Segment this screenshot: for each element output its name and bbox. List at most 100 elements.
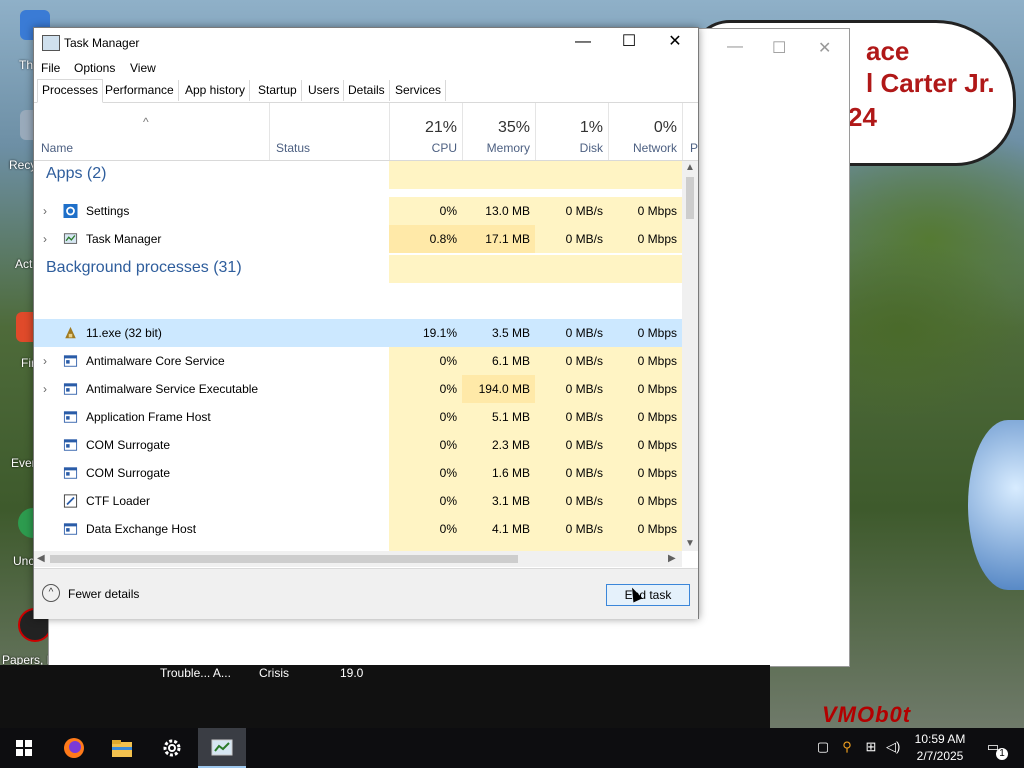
table-row[interactable]: Device Association Framework ... 0% 3.3 … [34,543,682,551]
table-row[interactable]: Application Frame Host 0% 5.1 MB 0 MB/s … [34,403,682,431]
table-row[interactable]: › Antimalware Core Service 0% 6.1 MB 0 M… [34,347,682,375]
tab-services[interactable]: Services [391,80,447,101]
disk-cell: 0 MB/s [535,431,608,459]
taskbar-settings[interactable] [148,728,196,768]
menu-file[interactable]: File [41,61,60,75]
group-header-apps[interactable]: Apps (2) [34,161,682,189]
cpu-cell: 0% [389,197,462,225]
disk-cell: 0 MB/s [535,197,608,225]
tray-search-key-icon[interactable]: ⚲ [840,740,854,754]
bg-minimize-icon[interactable]: — [727,38,743,56]
process-name: Antimalware Core Service [86,354,225,368]
end-task-button[interactable]: End task [606,584,690,606]
table-row[interactable]: Data Exchange Host 0% 4.1 MB 0 MB/s 0 Mb… [34,515,682,543]
close-button[interactable]: ✕ [652,28,698,58]
tray-tablet-icon[interactable]: ▢ [816,740,830,754]
memory-cell: 3.5 MB [462,319,535,347]
start-button[interactable] [0,728,48,768]
service-icon [63,355,78,367]
column-disk[interactable]: 1% Disk [535,103,609,160]
network-icon[interactable]: ⊞ [864,740,878,754]
fewer-details-link[interactable]: Fewer details [68,587,139,601]
process-name: CTF Loader [86,494,151,508]
process-name: COM Surrogate [86,466,171,480]
table-row[interactable]: › Task Manager 0.8% 17.1 MB 0 MB/s 0 Mbp… [34,225,682,253]
desktop-label-5: Ever [11,456,36,470]
bubble-text-line2: l Carter Jr. [866,68,995,98]
column-name[interactable]: Name [34,103,270,160]
notification-count-badge: 1 [996,748,1008,760]
table-row[interactable]: COM Surrogate 0% 2.3 MB 0 MB/s 0 Mbps [34,431,682,459]
column-network[interactable]: 0% Network [608,103,683,160]
scroll-down-icon[interactable]: ▼ [685,538,695,549]
tab-startup[interactable]: Startup [254,80,302,101]
network-cell: 0 Mbps [608,197,682,225]
menu-options[interactable]: Options [74,61,115,75]
scroll-left-icon[interactable]: ◀ [37,553,45,564]
scroll-right-icon[interactable]: ▶ [668,553,676,564]
memory-cell: 13.0 MB [462,197,535,225]
disk-cell: 0 MB/s [535,319,608,347]
power-label-partial: P [690,141,699,155]
memory-cell: 1.6 MB [462,459,535,487]
expand-chevron-icon[interactable]: › [43,375,47,403]
disk-cell: 0 MB/s [535,225,608,253]
scroll-up-icon[interactable]: ▲ [685,162,695,173]
table-row[interactable]: › Settings 0% 13.0 MB 0 MB/s 0 Mbps [34,197,682,225]
group-header-background[interactable]: Background processes (31) [34,255,682,283]
memory-label: Memory [486,141,530,155]
table-row[interactable]: › Antimalware Service Executable 0% 194.… [34,375,682,403]
minimize-button[interactable]: — [560,28,606,58]
task-manager-icon [42,35,60,51]
menu-view[interactable]: View [130,61,156,75]
column-cpu[interactable]: 21% CPU [389,103,463,160]
expand-chevron-icon[interactable]: › [43,225,47,253]
background-dark-panel [0,665,770,728]
task-manager-icon [211,739,233,756]
table-row[interactable]: CTF Loader 0% 3.1 MB 0 MB/s 0 Mbps [34,487,682,515]
table-row[interactable]: COM Surrogate 0% 1.6 MB 0 MB/s 0 Mbps [34,459,682,487]
tab-performance[interactable]: Performance [101,80,179,101]
disk-cell: 0 MB/s [535,347,608,375]
cpu-cell: 0% [389,515,462,543]
tab-details[interactable]: Details [344,80,390,101]
tab-users[interactable]: Users [304,80,345,101]
footer-bar: ^ Fewer details End task [34,568,698,619]
volume-icon[interactable]: ◁) [886,740,900,754]
horizontal-scrollbar[interactable]: ◀ ▶ [34,551,682,567]
taskbar-task-manager[interactable] [198,728,246,768]
window-title: Task Manager [64,36,140,50]
network-cell: 0 Mbps [608,347,682,375]
column-memory[interactable]: 35% Memory [462,103,536,160]
expand-chevron-icon[interactable]: › [43,197,47,225]
tab-app-history[interactable]: App history [181,80,251,101]
menu-bar: File Options View [34,58,698,78]
taskbar-file-explorer[interactable] [98,728,146,768]
clock-time[interactable]: 10:59 AM [912,732,968,746]
column-power-partial[interactable]: P [682,103,698,160]
chevron-up-icon[interactable]: ^ [42,584,60,602]
heat-cell [462,161,535,189]
taskbar-firefox[interactable] [50,728,98,768]
network-cell: 0 Mbps [608,319,682,347]
network-cell: 0 Mbps [608,375,682,403]
disk-cell: 0 MB/s [535,487,608,515]
bg-close-icon[interactable]: ✕ [818,38,831,58]
maximize-button[interactable]: ☐ [606,28,652,58]
firefox-icon [64,738,84,758]
background-group-title: Background processes (31) [46,259,242,276]
table-row-selected[interactable]: 11.exe (32 bit) 19.1% 3.5 MB 0 MB/s 0 Mb… [34,319,682,347]
column-status[interactable]: Status [269,103,390,160]
expand-chevron-icon[interactable]: › [43,347,47,375]
cpu-cell: 0% [389,459,462,487]
bg-maximize-icon[interactable]: ☐ [772,38,786,58]
vertical-scrollbar[interactable]: ▲ ▼ [682,161,698,551]
memory-total: 35% [497,119,530,136]
clock-date[interactable]: 2/7/2025 [912,749,968,763]
title-bar[interactable]: Task Manager — ☐ ✕ [34,28,698,58]
desktop-label-1: Th [19,58,34,72]
heat-cell [608,255,682,283]
tab-processes[interactable]: Processes [37,79,104,103]
vertical-scroll-thumb[interactable] [686,177,694,219]
horizontal-scroll-thumb[interactable] [50,555,518,563]
